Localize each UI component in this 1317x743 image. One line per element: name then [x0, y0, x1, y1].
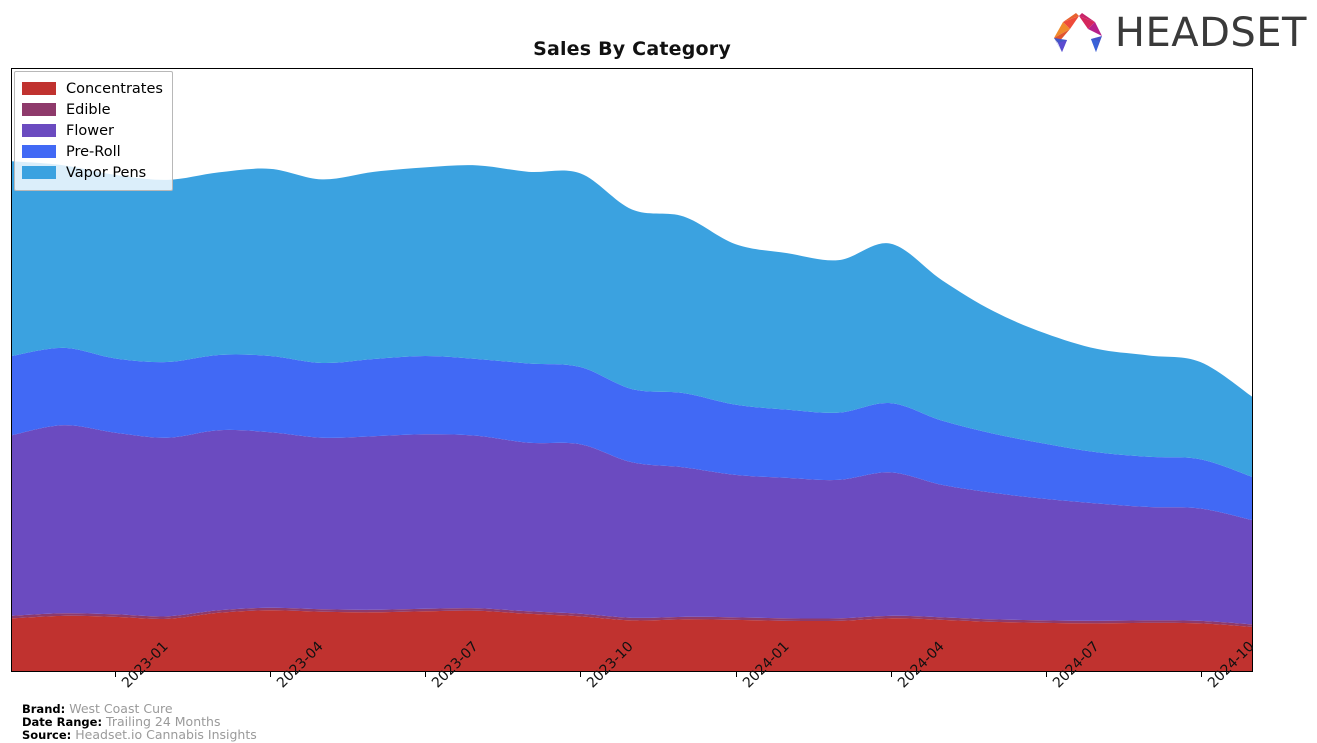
legend-swatch-vapor-pens	[22, 166, 56, 179]
x-tick-mark	[580, 672, 582, 677]
legend-swatch-pre-roll	[22, 145, 56, 158]
x-tick-mark	[1046, 672, 1047, 677]
legend-item-concentrates[interactable]: Concentrates	[22, 78, 163, 99]
chart-plot-area	[11, 68, 1253, 672]
x-tick-mark	[114, 672, 116, 677]
x-tick-mark	[1201, 672, 1203, 677]
legend-label-concentrates: Concentrates	[66, 80, 163, 97]
x-tick-mark	[425, 672, 426, 677]
x-tick-mark	[890, 672, 892, 677]
footer-metadata: Brand: West Coast Cure Date Range: Trail…	[22, 702, 257, 742]
legend-swatch-concentrates	[22, 82, 56, 95]
headset-arch-logo-icon	[1053, 13, 1102, 52]
meta-key-source: Source:	[22, 728, 72, 742]
x-tick-mark	[269, 672, 271, 677]
meta-row-source: Source: Headset.io Cannabis Insights	[22, 727, 257, 742]
legend-label-edible: Edible	[66, 101, 111, 118]
legend-label-flower: Flower	[66, 122, 114, 139]
x-tick-mark	[735, 672, 737, 677]
chart-legend: Concentrates Edible Flower Pre-Roll Vapo…	[14, 71, 173, 191]
legend-label-vapor-pens: Vapor Pens	[66, 164, 147, 181]
legend-swatch-flower	[22, 124, 56, 137]
legend-item-pre-roll[interactable]: Pre-Roll	[22, 141, 163, 162]
legend-swatch-edible	[22, 103, 56, 116]
legend-item-vapor-pens[interactable]: Vapor Pens	[22, 162, 163, 183]
meta-value-source: Headset.io Cannabis Insights	[75, 727, 257, 742]
logo-wordmark: HEADSET	[1114, 10, 1307, 56]
legend-item-edible[interactable]: Edible	[22, 99, 163, 120]
headset-logo: HEADSET	[1050, 8, 1307, 58]
legend-item-flower[interactable]: Flower	[22, 120, 163, 141]
legend-label-pre-roll: Pre-Roll	[66, 143, 121, 160]
stacked-area-chart	[12, 161, 1252, 671]
